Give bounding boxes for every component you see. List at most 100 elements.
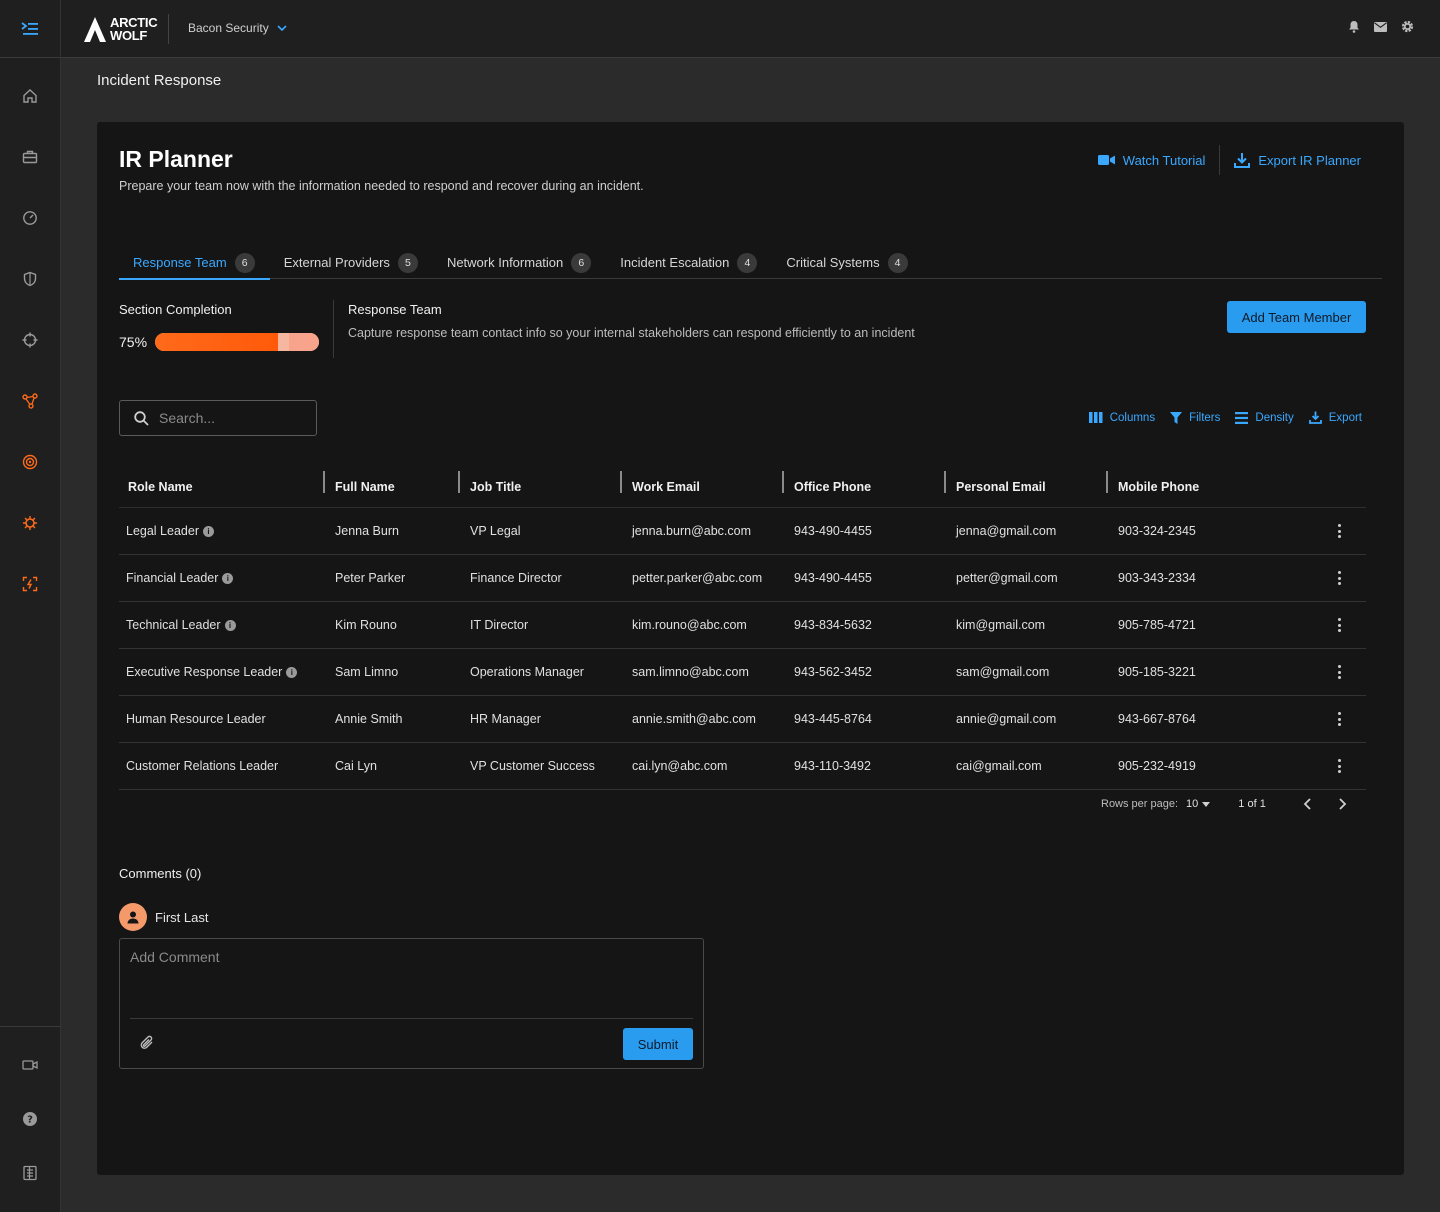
cell-job-title: VP Legal [470,524,521,538]
tab-critical-systems[interactable]: Critical Systems 4 [772,246,922,279]
radar-icon[interactable] [20,452,40,472]
network-nodes-icon[interactable] [20,391,40,411]
info-icon[interactable]: i [202,525,214,537]
cell-personal-email: annie@gmail.com [956,712,1057,726]
bell-icon[interactable] [1348,20,1360,33]
cell-full-name: Annie Smith [335,712,403,726]
tab-incident-escalation[interactable]: Incident Escalation 4 [606,246,772,279]
column-resize-handle[interactable] [944,471,946,493]
caret-down-icon [1202,801,1211,807]
column-header-mobile-phone[interactable]: Mobile Phone [1118,465,1199,508]
table-row[interactable]: Financial Leader i Peter Parker Finance D… [119,555,1366,602]
density-button[interactable]: Density [1235,411,1294,424]
cell-personal-email: petter@gmail.com [956,571,1058,585]
cell-full-name: Kim Rouno [335,618,397,632]
tab-response-team[interactable]: Response Team 6 [119,246,270,280]
home-icon[interactable] [20,86,40,106]
tab-label: External Providers [283,255,390,270]
rows-per-page-select[interactable]: 10 [1186,798,1211,810]
filter-icon [1170,411,1183,424]
row-actions-menu-icon[interactable] [1337,571,1341,585]
export-button[interactable]: Export [1308,411,1362,424]
tab-external-providers[interactable]: External Providers 5 [270,246,433,279]
arctic-wolf-logo[interactable]: ARCTIC WOLF [82,14,158,44]
tab-count-badge: 6 [571,252,592,273]
info-icon[interactable]: i [286,666,298,678]
row-actions-menu-icon[interactable] [1337,524,1341,538]
table-row[interactable]: Legal Leader i Jenna Burn VP Legal jenna.… [119,508,1366,555]
info-icon[interactable]: i [224,619,236,631]
cell-job-title: Finance Director [470,571,562,585]
tab-label: Incident Escalation [620,255,730,270]
planner-subtitle: Prepare your team now with the informati… [119,179,644,193]
row-actions-menu-icon[interactable] [1337,759,1341,773]
watch-tutorial-label: Watch Tutorial [1122,152,1206,168]
shield-icon[interactable] [20,269,40,289]
cell-role-name: Executive Response Leader [126,665,283,679]
column-header-job-title[interactable]: Job Title [470,465,521,508]
crosshair-icon[interactable] [20,330,40,350]
planner-title: IR Planner [119,146,233,172]
column-resize-handle[interactable] [782,471,784,493]
briefcase-icon[interactable] [20,147,40,167]
comment-box: Submit [119,938,704,1069]
table-row[interactable]: Technical Leader i Kim Rouno IT Director … [119,602,1366,649]
submit-comment-button[interactable]: Submit [623,1028,693,1060]
cell-mobile-phone: 905-185-3221 [1118,665,1196,679]
video-tutorials-icon[interactable] [20,1055,40,1075]
virus-bug-icon[interactable] [20,513,40,533]
tab-label: Network Information [446,255,564,270]
search-input[interactable] [159,410,299,426]
filters-button[interactable]: Filters [1170,411,1221,424]
incident-response-icon[interactable] [20,574,40,594]
paperclip-icon[interactable] [140,1035,154,1050]
column-resize-handle[interactable] [458,471,460,493]
cell-mobile-phone: 905-232-4919 [1118,759,1196,773]
search-icon [134,410,149,426]
column-resize-handle[interactable] [620,471,622,493]
tab-count-badge: 4 [887,252,908,273]
dashboard-gauge-icon[interactable] [20,208,40,228]
filters-label: Filters [1189,411,1221,424]
reports-icon[interactable] [20,1163,40,1183]
section-completion-percent: 75% [119,334,148,350]
column-header-personal-email[interactable]: Personal Email [956,465,1046,508]
mail-icon[interactable] [1374,21,1387,32]
search-box[interactable] [119,400,317,436]
chevron-right-icon[interactable] [1339,798,1347,810]
row-actions-menu-icon[interactable] [1337,618,1341,632]
info-icon[interactable]: i [222,572,234,584]
watch-tutorial-button[interactable]: Watch Tutorial [1084,153,1220,168]
column-header-role-name[interactable]: Role Name [128,465,193,508]
cell-mobile-phone: 903-343-2334 [1118,571,1196,585]
column-header-work-email[interactable]: Work Email [632,465,700,508]
section-title: Response Team [348,302,442,317]
tab-network-information[interactable]: Network Information 6 [433,246,606,279]
comment-input[interactable] [130,949,690,1009]
progress-remaining [289,333,319,351]
column-resize-handle[interactable] [1106,471,1108,493]
cell-role-name: Legal Leader [126,524,199,538]
user-icon [127,911,139,924]
gear-icon[interactable] [1401,20,1414,33]
row-actions-menu-icon[interactable] [1337,712,1341,726]
table-row[interactable]: Executive Response Leader i Sam Limno Ope… [119,649,1366,696]
column-header-full-name[interactable]: Full Name [335,465,395,508]
add-team-member-button[interactable]: Add Team Member [1227,301,1366,333]
chevron-down-icon [277,25,287,31]
org-selector[interactable]: Bacon Security [188,21,287,35]
column-resize-handle[interactable] [323,471,325,493]
columns-button[interactable]: Columns [1088,412,1155,424]
menu-toggle-icon[interactable] [0,0,61,58]
columns-icon [1088,412,1103,423]
column-header-office-phone[interactable]: Office Phone [794,465,871,508]
table-row[interactable]: Customer Relations Leader Cai Lyn VP Cus… [119,743,1366,790]
cell-office-phone: 943-110-3492 [794,759,871,773]
help-icon[interactable]: ? [20,1109,40,1129]
cell-personal-email: cai@gmail.com [956,759,1042,773]
table-row[interactable]: Human Resource Leader Annie Smith HR Man… [119,696,1366,743]
chevron-left-icon[interactable] [1303,798,1311,810]
comment-divider [130,1018,693,1019]
row-actions-menu-icon[interactable] [1337,665,1341,679]
export-ir-planner-button[interactable]: Export IR Planner [1220,152,1375,168]
